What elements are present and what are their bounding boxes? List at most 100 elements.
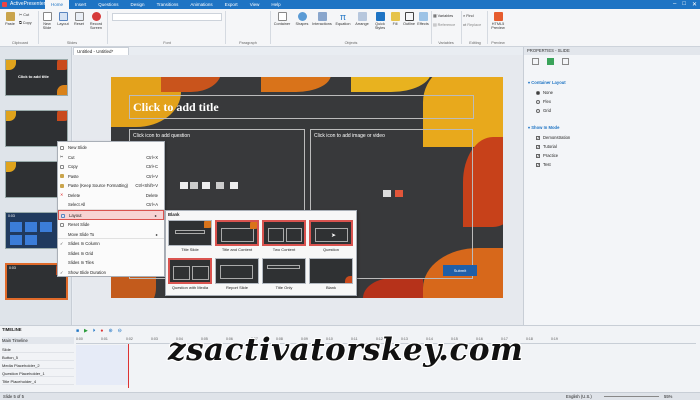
layout-option-title-only[interactable]: [262, 258, 306, 284]
main-timeline-select[interactable]: Main Timeline: [2, 337, 74, 344]
timeline-row-button[interactable]: Button_5: [2, 354, 74, 361]
layout-label: Blank: [325, 285, 336, 290]
find-button[interactable]: ⌕ Find: [463, 14, 487, 18]
menu-item-move-slide-to[interactable]: Move Slide To ▸: [58, 230, 164, 239]
replace-button[interactable]: ⇄ Replace: [463, 23, 487, 27]
layout-option-question[interactable]: ➤: [309, 220, 353, 246]
stop-icon[interactable]: ■: [76, 328, 79, 334]
zoom-out-icon[interactable]: ⊖: [118, 328, 122, 334]
timeline-row-slide[interactable]: Slide: [2, 346, 74, 353]
tab-design[interactable]: Design: [125, 0, 151, 9]
slide-duration-bar[interactable]: [76, 345, 128, 385]
insert-question-icon[interactable]: [190, 182, 198, 189]
layout-option-blank[interactable]: [309, 258, 353, 284]
play-icon[interactable]: ▶: [84, 328, 88, 334]
fill-button[interactable]: Fill: [389, 12, 401, 26]
insert-question-icon[interactable]: [216, 182, 224, 189]
insert-video-icon[interactable]: [395, 190, 403, 197]
timeline-row-question-placeholder[interactable]: Question Placeholder_1: [2, 370, 74, 377]
interactions-button[interactable]: Interactions: [311, 12, 333, 26]
equation-button[interactable]: π Equation: [334, 12, 352, 26]
menu-item-slides-in-tiles[interactable]: Slides In Tiles: [58, 258, 164, 268]
container-layout-section[interactable]: ▾ Container Layout: [528, 80, 566, 85]
menu-item-copy[interactable]: Copy Ctrl+C: [58, 162, 164, 172]
show-in-mode-section[interactable]: ▾ Show In Mode: [528, 125, 559, 130]
new-slide-button[interactable]: New Slide: [40, 12, 54, 30]
insert-question-icon[interactable]: [202, 182, 210, 189]
tab-export[interactable]: Export: [219, 0, 244, 9]
maximize-icon[interactable]: □: [682, 1, 686, 8]
layout-option-title-and-content[interactable]: [215, 220, 259, 246]
layout-option-title-slide[interactable]: [168, 220, 212, 246]
quick-styles-button[interactable]: Quick Styles: [372, 12, 388, 30]
layout-button[interactable]: Layout: [56, 12, 70, 26]
outline-button[interactable]: Outline: [402, 12, 416, 26]
style-properties-icon[interactable]: [547, 58, 554, 65]
zoom-slider[interactable]: [604, 396, 659, 397]
timeline-row-media-placeholder[interactable]: Media Placeholder_2: [2, 362, 74, 369]
size-properties-icon[interactable]: [562, 58, 569, 65]
tab-help[interactable]: Help: [265, 0, 286, 9]
leaf-decoration: [57, 60, 67, 70]
minimize-icon[interactable]: –: [673, 1, 676, 8]
leaf-decoration: [57, 85, 67, 95]
font-format-buttons[interactable]: [112, 23, 222, 31]
menu-item-show-slide-duration[interactable]: ✓ Show Slide Duration: [57, 268, 165, 277]
checkbox-demonstration[interactable]: ✓ Demonstration: [536, 135, 570, 140]
layout-option-report-slide[interactable]: [215, 258, 259, 284]
menu-item-slides-in-column[interactable]: ✓ Slides In Column: [58, 239, 164, 249]
menu-item-select-all[interactable]: Select All Ctrl+A: [58, 200, 164, 210]
checkbox-test[interactable]: ✓ Test: [536, 162, 551, 167]
playhead[interactable]: [128, 344, 129, 388]
slide-properties-icon[interactable]: [532, 58, 539, 65]
insert-question-icon[interactable]: [230, 182, 238, 189]
menu-item-cut[interactable]: ✂ Cut Ctrl+X: [58, 153, 164, 163]
layout-option-question-with-media[interactable]: [168, 258, 212, 284]
menu-item-new-slide[interactable]: New Slide: [58, 143, 164, 153]
radio-none[interactable]: None: [536, 90, 553, 95]
copy-button[interactable]: ⧉ Copy: [19, 21, 37, 25]
radio-flex[interactable]: Flex: [536, 99, 551, 104]
submit-button[interactable]: Submit: [443, 265, 477, 276]
insert-image-icon[interactable]: [383, 190, 391, 197]
record-screen-button[interactable]: Record Screen: [88, 12, 104, 30]
play-from-start-icon[interactable]: ⏵: [93, 328, 96, 334]
variables-button[interactable]: ▦ Variables: [433, 14, 459, 18]
checkbox-practice[interactable]: ✓ Practice: [536, 153, 558, 158]
container-button[interactable]: Container: [272, 12, 292, 26]
effects-button[interactable]: Effects: [416, 12, 430, 26]
tab-animations[interactable]: Animations: [184, 0, 218, 9]
tab-transitions[interactable]: Transitions: [151, 0, 185, 9]
arrange-button[interactable]: Arrange: [353, 12, 371, 26]
slide-thumbnail-1[interactable]: 0:03 Click to add title 1: [5, 59, 68, 96]
document-tab[interactable]: Untitled - Untitled*: [73, 47, 129, 55]
menu-item-delete[interactable]: ✕ Delete Delete: [58, 191, 164, 201]
radio-grid[interactable]: Grid: [536, 108, 551, 113]
menu-item-paste[interactable]: Paste Ctrl+V: [58, 172, 164, 182]
shapes-button[interactable]: Shapes: [293, 12, 311, 26]
close-icon[interactable]: ✕: [692, 1, 697, 8]
menu-item-paste-keep-source[interactable]: Paste (Keep Source Formatting) Ctrl+Shift…: [58, 181, 164, 191]
menu-item-layout[interactable]: Layout ▸: [58, 210, 164, 220]
checkbox-tutorial[interactable]: ✓ Tutorial: [536, 144, 557, 149]
html5-preview-button[interactable]: HTML5 Preview: [489, 12, 507, 30]
insert-question-icon[interactable]: [180, 182, 188, 189]
reset-button[interactable]: Reset: [72, 12, 86, 26]
reset-icon: [74, 12, 84, 21]
reference-button[interactable]: ▤ Reference: [433, 23, 461, 27]
tab-questions[interactable]: Questions: [92, 0, 124, 9]
tab-insert[interactable]: Insert: [69, 0, 92, 9]
menu-item-reset-slide[interactable]: Reset Slide: [58, 220, 164, 230]
zoom-in-icon[interactable]: ⊕: [108, 328, 112, 334]
layout-option-two-content[interactable]: [262, 220, 306, 246]
tab-view[interactable]: View: [244, 0, 266, 9]
tab-home[interactable]: Home: [45, 0, 70, 9]
menu-item-slides-in-grid[interactable]: Slides In Grid: [58, 249, 164, 259]
cut-button[interactable]: ✂ Cut: [19, 13, 37, 17]
divider: [225, 11, 226, 44]
title-placeholder[interactable]: Click to add title: [129, 95, 474, 119]
timeline-row-title-placeholder[interactable]: Title Placeholder_4: [2, 378, 74, 385]
record-icon[interactable]: ●: [100, 328, 103, 334]
font-family-select[interactable]: [112, 13, 222, 21]
paste-button[interactable]: Paste: [3, 12, 17, 26]
